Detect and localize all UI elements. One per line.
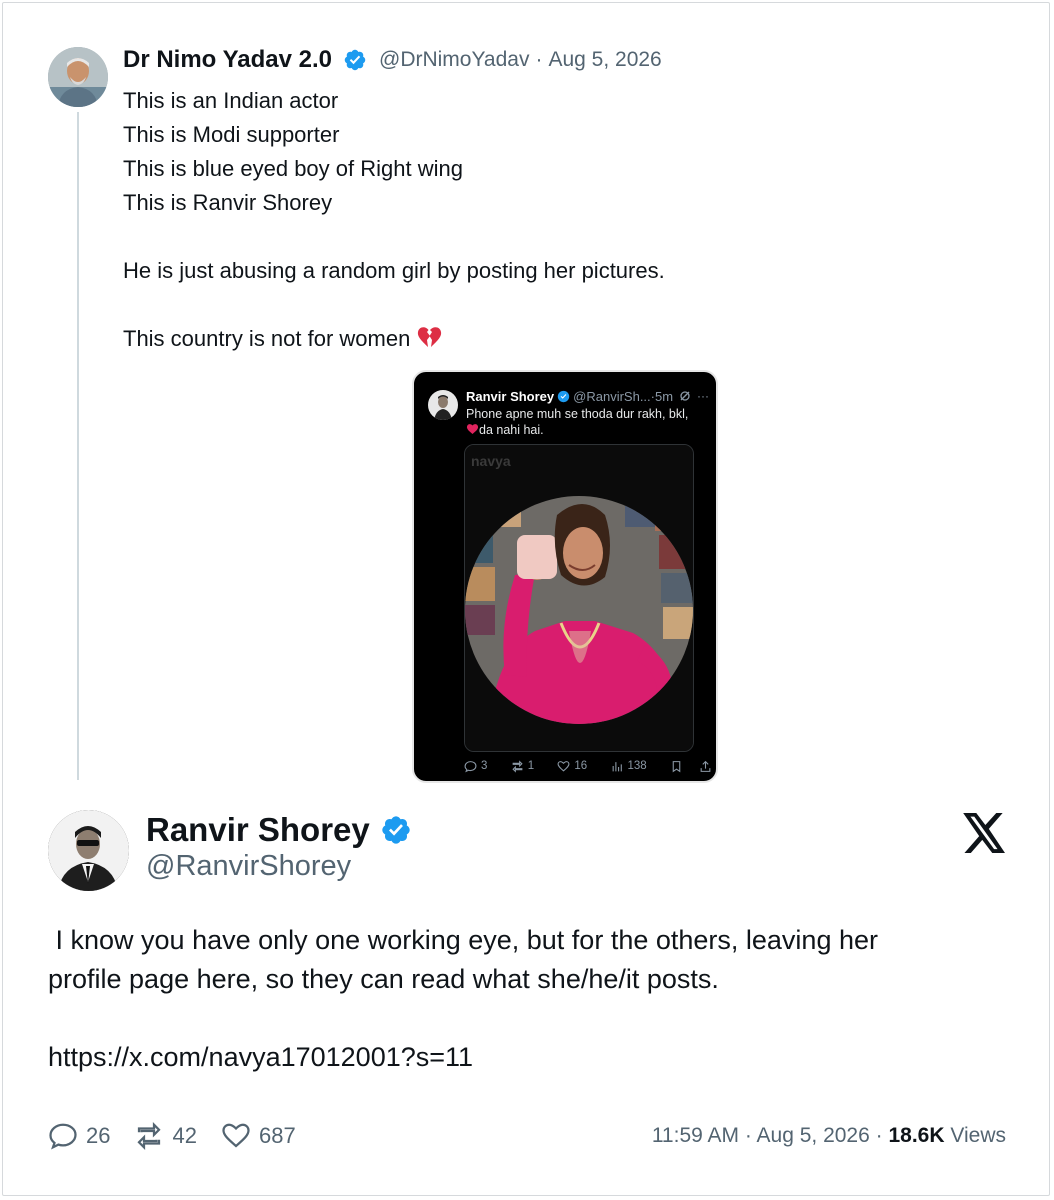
embedded-repost-count: 1 bbox=[511, 759, 535, 773]
bookmark-icon bbox=[672, 760, 681, 772]
embedded-like-value: 16 bbox=[574, 760, 588, 772]
tweet-text-line: He is just abusing a random girl by post… bbox=[123, 258, 665, 283]
quoted-tweet-header: Dr Nimo Yadav 2.0 @DrNimoYadav · Aug 5, … bbox=[123, 44, 662, 76]
share-icon bbox=[700, 760, 711, 772]
quoted-tweet-text: This is an Indian actor This is Modi sup… bbox=[123, 84, 943, 356]
reply-button[interactable]: 26 bbox=[48, 1121, 110, 1151]
repost-button[interactable]: 42 bbox=[134, 1121, 197, 1151]
embedded-action-bar: 3 1 16 138 bbox=[464, 756, 712, 776]
tweet-text-line: This is an Indian actor bbox=[123, 88, 339, 113]
embedded-card-name: navya bbox=[471, 453, 511, 469]
main-author-handle[interactable]: @RanvirShorey bbox=[146, 850, 351, 883]
like-count: 687 bbox=[258, 1123, 296, 1148]
embedded-text-line: Phone apne muh se thoda dur rakh, bkl, bbox=[466, 407, 689, 421]
quoted-tweet-date[interactable]: Aug 5, 2026 bbox=[548, 48, 661, 72]
footer-separator: · bbox=[744, 1124, 752, 1147]
embedded-photo-card: navya bbox=[464, 444, 694, 752]
main-author-avatar[interactable] bbox=[48, 810, 129, 891]
attached-screenshot-image[interactable]: Ranvir Shorey @RanvirSh...·5m ··· Phone … bbox=[412, 370, 718, 783]
embedded-view-value: 138 bbox=[627, 760, 647, 772]
embedded-handle-time: @RanvirSh...·5m bbox=[573, 388, 674, 404]
tweet-text-line: This is Modi supporter bbox=[123, 122, 340, 147]
embedded-tweet-header: Ranvir Shorey @RanvirSh...·5m ··· bbox=[466, 386, 714, 406]
reply-count: 26 bbox=[86, 1123, 111, 1148]
reply-icon bbox=[49, 1123, 77, 1150]
embedded-author-avatar bbox=[428, 390, 458, 420]
tweet-text-line: This is Ranvir Shorey bbox=[123, 190, 333, 215]
quoted-author-avatar[interactable] bbox=[48, 47, 108, 107]
tweet-action-bar: 26 42 687 11:59 AM · Aug 5, 2026 · 18.6K… bbox=[48, 1116, 1006, 1156]
verified-badge-icon bbox=[382, 816, 410, 844]
thread-connector-line bbox=[77, 112, 79, 780]
grok-icon bbox=[680, 391, 690, 401]
embedded-author-name: Ranvir Shorey bbox=[466, 388, 555, 404]
main-text-line: profile page here, so they can read what… bbox=[48, 964, 719, 994]
verified-badge-icon bbox=[557, 390, 570, 402]
like-button[interactable]: 687 bbox=[221, 1121, 296, 1151]
views-count: 18.6K bbox=[888, 1124, 945, 1147]
repost-icon bbox=[137, 1122, 162, 1150]
main-tweet-text: I know you have only one working eye, bu… bbox=[48, 921, 1008, 1077]
embedded-repost-value: 1 bbox=[527, 760, 535, 772]
embedded-view-count: 138 bbox=[611, 760, 647, 773]
profile-link[interactable]: https://x.com/navya17012001?s=11 bbox=[48, 1038, 1008, 1077]
embedded-reply-value: 3 bbox=[481, 760, 488, 772]
views-icon bbox=[612, 761, 622, 771]
like-icon bbox=[222, 1123, 250, 1148]
embedded-extra-actions bbox=[670, 760, 712, 773]
embedded-text-fragment: da nahi hai. bbox=[479, 423, 544, 437]
main-author-name[interactable]: Ranvir Shorey bbox=[146, 811, 370, 849]
main-text-line: I know you have only one working eye, bu… bbox=[48, 925, 879, 955]
reply-icon bbox=[464, 760, 477, 772]
footer-separator: · bbox=[875, 1124, 883, 1147]
quoted-author-handle[interactable]: @DrNimoYadav bbox=[379, 48, 529, 72]
verified-badge-icon bbox=[344, 49, 366, 71]
tweet-timestamp-views: 11:59 AM · Aug 5, 2026 · 18.6K Views bbox=[652, 1124, 1006, 1148]
embedded-reply-count: 3 bbox=[464, 760, 487, 773]
tweet-text-fragment: This country is not for women bbox=[123, 326, 411, 351]
main-author-row: Ranvir Shorey bbox=[146, 808, 412, 852]
header-separator: · bbox=[535, 48, 543, 71]
red-heart-icon bbox=[466, 424, 479, 434]
repost-count: 42 bbox=[172, 1123, 197, 1148]
like-icon bbox=[557, 760, 570, 772]
broken-heart-icon bbox=[418, 327, 442, 347]
quoted-author-name[interactable]: Dr Nimo Yadav 2.0 bbox=[123, 46, 332, 74]
tweet-text-line-last: This country is not for women bbox=[123, 322, 943, 356]
more-options-icon: ··· bbox=[697, 389, 710, 403]
woman-selfie-photo bbox=[465, 445, 693, 751]
views-label: Views bbox=[950, 1124, 1006, 1147]
tweet-time[interactable]: 11:59 AM bbox=[652, 1124, 739, 1147]
tweet-text-line: This is blue eyed boy of Right wing bbox=[123, 156, 463, 181]
embedded-like-count: 16 bbox=[557, 760, 587, 773]
embedded-tweet-text: Phone apne muh se thoda dur rakh, bkl, d… bbox=[466, 406, 714, 438]
repost-icon bbox=[512, 759, 523, 773]
embedded-text-line-2: da nahi hai. bbox=[466, 422, 714, 438]
x-logo-icon[interactable] bbox=[963, 813, 1007, 853]
tweet-date[interactable]: Aug 5, 2026 bbox=[757, 1124, 870, 1147]
